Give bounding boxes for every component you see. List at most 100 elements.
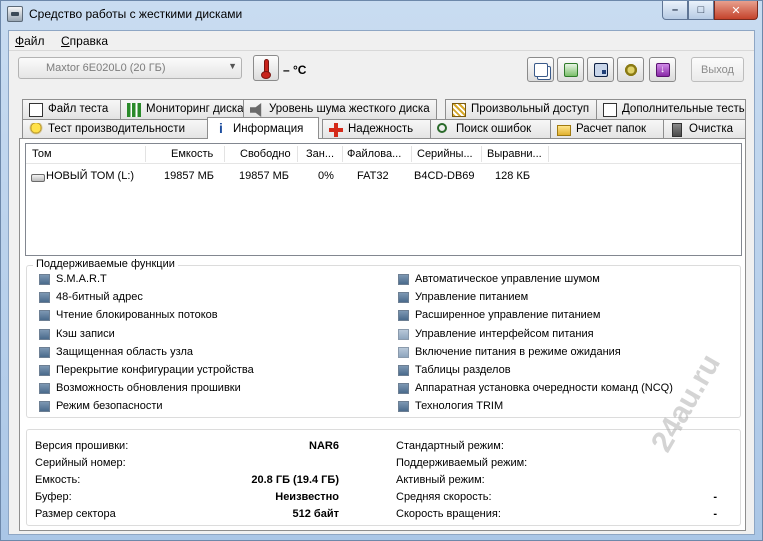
feature-left-6: Возможность обновления прошивки <box>39 382 241 395</box>
client-area: Файл Справка Maxtor 6E020L0 (20 ГБ) ▼ – … <box>8 30 755 535</box>
feature-left-1: 48-битный адрес <box>39 291 143 304</box>
tab-information[interactable]: i Информация <box>207 117 319 139</box>
feature-label: Управление питанием <box>415 291 529 304</box>
col-header-free[interactable]: Свободно <box>240 148 296 160</box>
feature-label: Технология TRIM <box>415 400 504 413</box>
cell-free: 19857 МБ <box>239 170 290 182</box>
col-header-volume[interactable]: Том <box>32 148 142 160</box>
detail-label: Средняя скорость: <box>396 491 492 503</box>
detail-label: Версия прошивки: <box>35 440 129 452</box>
feature-left-4: Защищенная область узла <box>39 346 193 358</box>
settings-button[interactable] <box>617 57 644 82</box>
drive-select[interactable]: Maxtor 6E020L0 (20 ГБ) ▼ <box>18 57 242 79</box>
feature-right-5: Таблицы разделов <box>398 364 511 376</box>
feature-checkbox-icon <box>39 292 50 304</box>
download-button[interactable]: ↓ <box>649 57 676 82</box>
report-icon <box>563 62 578 77</box>
cell-capacity: 19857 МБ <box>164 170 215 182</box>
features-group: Поддерживаемые функции S.M.A.R.T 48-битны… <box>26 258 741 418</box>
drive-select-value: Maxtor 6E020L0 (20 ГБ) <box>46 62 166 74</box>
title-bar[interactable]: Средство работы с жесткими дисками – □ ✕ <box>1 1 762 29</box>
tab-noise-level[interactable]: Уровень шума жесткого диска <box>243 99 437 119</box>
feature-checkbox-icon <box>39 328 50 340</box>
detail-value: NAR6 <box>309 440 339 452</box>
feature-right-0: Автоматическое управление шумом <box>398 273 600 285</box>
tab-extra-tests[interactable]: Дополнительные тесты <box>596 99 746 119</box>
exit-button[interactable]: Выход <box>691 57 744 82</box>
feature-right-6: Аппаратная установка очередности команд … <box>398 382 673 395</box>
feature-left-3: Кэш записи <box>39 328 115 340</box>
column-divider <box>548 146 549 162</box>
menu-bar: Файл Справка <box>9 31 754 50</box>
feature-right-4: Включение питания в режиме ожидания <box>398 346 621 358</box>
col-header-filesystem[interactable]: Файлова... <box>347 148 409 160</box>
feature-checkbox-icon <box>39 365 50 376</box>
copy-icon <box>533 62 548 77</box>
tab-random-access[interactable]: Произвольный доступ <box>445 99 597 119</box>
feature-checkbox-icon <box>398 383 409 395</box>
feature-checkbox-icon <box>398 274 409 285</box>
red-cross-icon <box>329 123 343 137</box>
detail-label: Стандартный режим: <box>396 440 504 452</box>
close-button[interactable]: ✕ <box>714 1 758 20</box>
col-header-serial[interactable]: Серийны... <box>417 148 477 160</box>
tab-label: Файл теста <box>48 103 109 115</box>
tab-label: Произвольный доступ <box>471 103 590 115</box>
tab-label: Поиск ошибок <box>456 123 532 135</box>
col-header-used[interactable]: Зан... <box>306 148 341 160</box>
detail-label: Поддерживаемый режим: <box>396 457 528 469</box>
tab-reliability[interactable]: Надежность <box>322 119 431 139</box>
tab-disk-monitoring[interactable]: Мониторинг диска <box>120 99 244 119</box>
menu-file[interactable]: Файл <box>15 34 45 48</box>
minimize-button[interactable]: – <box>662 1 688 20</box>
tab-cleanup[interactable]: Очистка <box>663 119 746 139</box>
save-button[interactable] <box>587 57 614 82</box>
detail-value: - <box>713 491 717 503</box>
chart-icon <box>127 103 141 117</box>
menu-help[interactable]: Справка <box>61 34 108 48</box>
feature-label: Расширенное управление питанием <box>415 309 601 322</box>
maximize-button[interactable]: □ <box>688 1 714 20</box>
feature-checkbox-icon <box>398 328 409 340</box>
feature-checkbox-icon <box>39 383 50 395</box>
cell-filesystem: FAT32 <box>357 170 389 182</box>
volumes-list-header: Том Емкость Свободно Зан... Файлова... С… <box>26 144 741 164</box>
report-button[interactable] <box>557 57 584 82</box>
feature-left-0: S.M.A.R.T <box>39 273 107 285</box>
tab-label: Уровень шума жесткого диска <box>269 103 430 115</box>
cell-used: 0% <box>318 170 334 182</box>
temperature-button[interactable] <box>253 55 279 81</box>
feature-checkbox-icon <box>39 401 50 413</box>
tab-performance[interactable]: Тест производительности <box>22 119 208 139</box>
volumes-list[interactable]: Том Емкость Свободно Зан... Файлова... С… <box>25 143 742 256</box>
col-header-alignment[interactable]: Выравни... <box>487 148 547 160</box>
feature-checkbox-icon <box>39 274 50 285</box>
tab-folder-calc[interactable]: Расчет папок <box>550 119 664 139</box>
feature-checkbox-icon <box>398 365 409 376</box>
detail-label: Серийный номер: <box>35 457 126 469</box>
extra-tests-icon <box>603 103 617 117</box>
tab-test-file[interactable]: Файл теста <box>22 99 121 119</box>
feature-label: Включение питания в режиме ожидания <box>415 345 621 358</box>
feature-label: Аппаратная установка очередности команд … <box>415 382 673 395</box>
save-icon <box>593 62 608 77</box>
detail-label: Скорость вращения: <box>396 508 501 520</box>
settings-icon <box>623 62 638 77</box>
copy-button[interactable] <box>527 57 554 82</box>
feature-checkbox-icon <box>39 310 50 322</box>
column-divider <box>342 146 343 162</box>
feature-label: Автоматическое управление шумом <box>415 273 600 285</box>
detail-label: Емкость: <box>35 474 81 486</box>
col-header-capacity[interactable]: Емкость <box>171 148 226 160</box>
tab-error-search[interactable]: Поиск ошибок <box>430 119 551 139</box>
tab-label: Надежность <box>348 123 414 135</box>
feature-checkbox-icon <box>398 310 409 322</box>
feature-left-5: Перекрытие конфигурации устройства <box>39 364 254 376</box>
detail-label: Активный режим: <box>396 474 485 486</box>
cell-serial: B4CD-DB69 <box>414 170 475 182</box>
cell-alignment: 128 КБ <box>495 170 531 182</box>
window-title: Средство работы с жесткими дисками <box>29 7 243 21</box>
feature-label: Таблицы разделов <box>415 364 511 376</box>
feature-checkbox-icon <box>398 292 409 304</box>
feature-right-2: Расширенное управление питанием <box>398 309 601 322</box>
